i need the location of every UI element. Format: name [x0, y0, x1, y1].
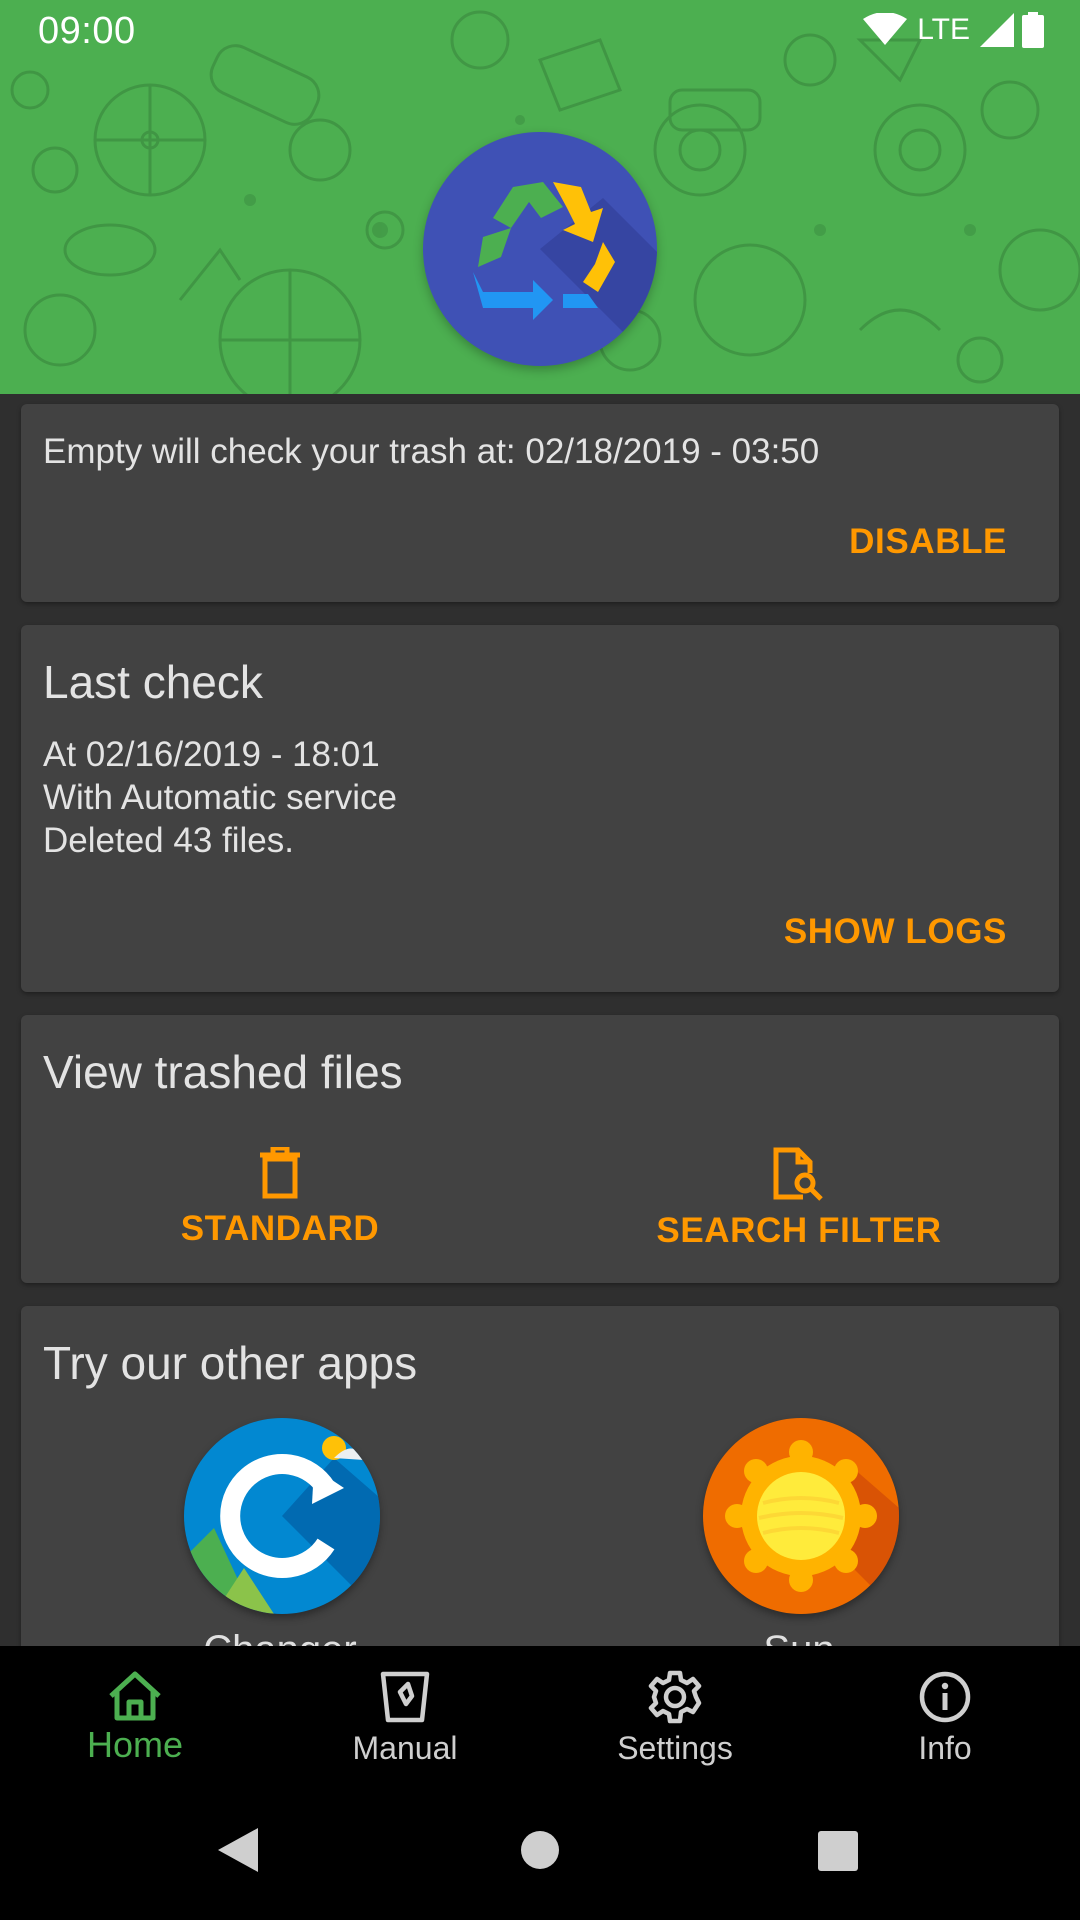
bottom-navigation: Home Manual Settings Info	[0, 1646, 1080, 1774]
back-icon[interactable]	[218, 1828, 258, 1872]
home-icon	[109, 1671, 161, 1721]
system-navigation-bar	[0, 1774, 1080, 1920]
last-check-card: Last check At 02/16/2019 - 18:01 With Au…	[21, 625, 1059, 992]
nav-home-label: Home	[86, 1724, 184, 1765]
manual-icon	[380, 1671, 430, 1723]
battery-icon	[1022, 12, 1044, 48]
search-filter-label: SEARCH FILTER	[656, 1211, 942, 1250]
changer-app-icon[interactable]	[184, 1418, 380, 1614]
gear-icon	[648, 1670, 702, 1724]
wifi-icon	[863, 13, 908, 45]
status-time: 09:00	[38, 10, 136, 52]
network-type: LTE	[917, 13, 970, 46]
other-apps-title: Try our other apps	[43, 1337, 418, 1389]
file-search-icon	[773, 1147, 823, 1201]
home-circle-icon[interactable]	[521, 1831, 559, 1869]
nav-info-label: Info	[918, 1730, 972, 1766]
last-check-details: At 02/16/2019 - 18:01 With Automatic ser…	[43, 733, 397, 862]
schedule-text: Empty will check your trash at: 02/18/20…	[43, 432, 820, 471]
trash-icon	[260, 1147, 300, 1199]
trashed-files-title: View trashed files	[43, 1046, 403, 1098]
header-banner: 09:00 LTE	[0, 0, 1080, 394]
nav-home[interactable]: Home	[0, 1646, 270, 1774]
app-logo	[423, 132, 657, 366]
nav-settings[interactable]: Settings	[540, 1646, 810, 1774]
search-filter-button[interactable]: SEARCH FILTER	[589, 1147, 1009, 1251]
app-screen: 09:00 LTE Empty will check your trash at…	[0, 0, 1080, 1920]
nav-manual-label: Manual	[352, 1730, 458, 1766]
nav-manual[interactable]: Manual	[270, 1646, 540, 1774]
signal-icon	[980, 13, 1014, 47]
info-icon	[919, 1671, 971, 1723]
nav-settings-label: Settings	[617, 1730, 733, 1766]
standard-label: STANDARD	[180, 1209, 380, 1248]
status-bar: 09:00 LTE	[0, 0, 1080, 64]
last-check-title: Last check	[43, 656, 263, 708]
nav-info[interactable]: Info	[810, 1646, 1080, 1774]
schedule-card: Empty will check your trash at: 02/18/20…	[21, 404, 1059, 602]
disable-button[interactable]: DISABLE	[849, 522, 1007, 562]
sun-app-icon[interactable]	[703, 1418, 899, 1614]
recents-icon[interactable]	[818, 1831, 858, 1871]
other-apps-card: Try our other apps Changer	[21, 1306, 1059, 1666]
last-check-deleted: Deleted 43 files.	[43, 821, 294, 860]
standard-button[interactable]: STANDARD	[70, 1147, 490, 1249]
last-check-time: At 02/16/2019 - 18:01	[43, 735, 380, 774]
recycle-icon	[473, 182, 657, 366]
last-check-service: With Automatic service	[43, 778, 397, 817]
show-logs-button[interactable]: SHOW LOGS	[784, 912, 1007, 952]
trashed-files-card: View trashed files STANDARD SEARCH FILTE…	[21, 1015, 1059, 1283]
